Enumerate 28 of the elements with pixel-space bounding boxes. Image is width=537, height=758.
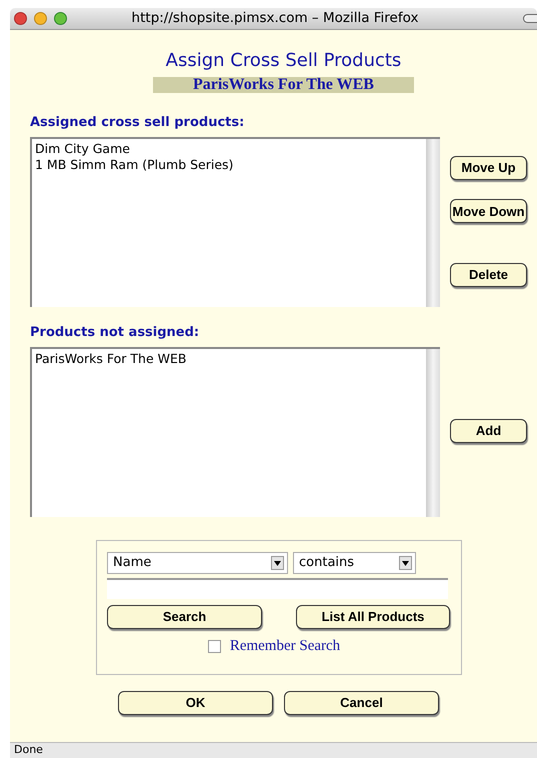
form-button[interactable]: Cancel bbox=[284, 691, 439, 715]
status-text: Done bbox=[14, 742, 43, 758]
product-banner: ParisWorks For The WEB bbox=[153, 77, 414, 93]
window-title: http://shopsite.pimsx.com – Mozilla Firefox bbox=[132, 9, 418, 28]
form-button[interactable]: Add bbox=[450, 419, 527, 443]
form-button[interactable]: Search bbox=[107, 605, 262, 629]
list-item[interactable]: 1 MB Simm Ram (Plumb Series) bbox=[35, 157, 234, 173]
form-button[interactable]: Delete bbox=[450, 262, 527, 286]
search-field[interactable] bbox=[107, 578, 448, 599]
zoom-button[interactable] bbox=[54, 12, 67, 25]
close-button[interactable] bbox=[14, 12, 27, 25]
listbox[interactable]: Dim City Game 1 MB Simm Ram (Plumb Series) bbox=[30, 137, 440, 307]
field-dropdown[interactable]: Name bbox=[107, 552, 288, 574]
list-item[interactable]: ParisWorks For The WEB bbox=[35, 351, 186, 367]
list-item[interactable]: Dim City Game bbox=[35, 141, 130, 157]
toolbar-toggle-button[interactable] bbox=[523, 14, 537, 23]
listbox[interactable]: ParisWorks For The WEB bbox=[30, 347, 440, 517]
checkbox-label: Remember Search bbox=[230, 637, 340, 656]
minimize-button[interactable] bbox=[34, 12, 47, 25]
section-label: Assigned cross sell products: bbox=[30, 115, 246, 131]
section-label: Products not assigned: bbox=[30, 325, 200, 341]
checkbox[interactable] bbox=[208, 640, 221, 653]
form-button[interactable]: List All Products bbox=[296, 605, 450, 629]
form-button[interactable]: Move Up bbox=[450, 156, 527, 180]
operator-dropdown[interactable]: contains bbox=[293, 552, 416, 574]
form-button[interactable]: OK bbox=[118, 691, 273, 715]
page-title: Assign Cross Sell Products bbox=[166, 50, 402, 72]
form-button[interactable]: Move Down bbox=[450, 199, 527, 224]
